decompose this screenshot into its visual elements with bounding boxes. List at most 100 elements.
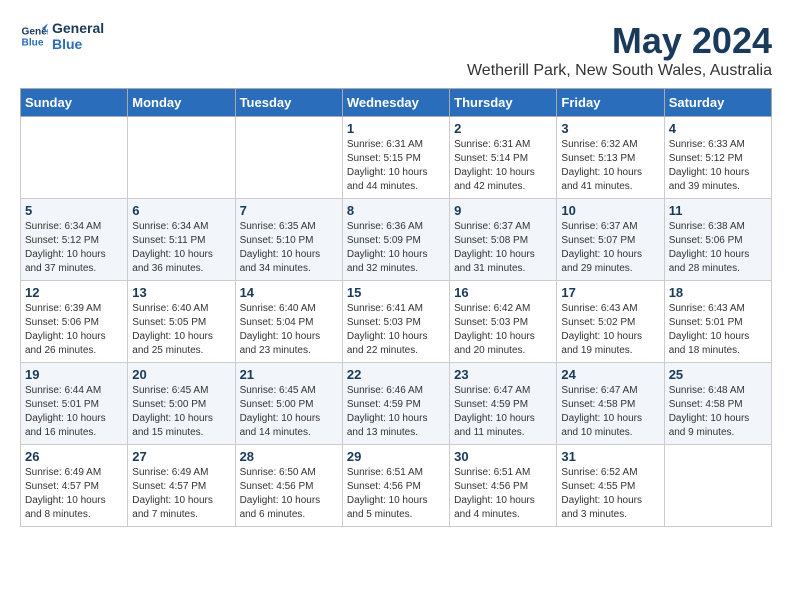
day-info: Sunrise: 6:51 AM Sunset: 4:56 PM Dayligh… bbox=[454, 466, 552, 522]
day-number: 9 bbox=[454, 203, 552, 218]
calendar-cell: 13 Sunrise: 6:40 AM Sunset: 5:05 PM Dayli… bbox=[128, 281, 235, 363]
calendar-cell: 7Sunrise: 6:35 AM Sunset: 5:10 PM Daylig… bbox=[235, 199, 342, 281]
day-number: 17 bbox=[561, 285, 659, 300]
calendar-cell bbox=[128, 117, 235, 199]
day-info: Sunrise: 6:40 AM Sunset: 5:04 PM Dayligh… bbox=[240, 302, 338, 358]
weekday-header-row: SundayMondayTuesdayWednesdayThursdayFrid… bbox=[21, 89, 772, 117]
weekday-header-wednesday: Wednesday bbox=[342, 89, 449, 117]
day-info: Sunrise: 6:37 AM Sunset: 5:07 PM Dayligh… bbox=[561, 220, 659, 276]
calendar-cell: 30 Sunrise: 6:51 AM Sunset: 4:56 PM Dayli… bbox=[450, 445, 557, 527]
day-info: Sunrise: 6:43 AM Sunset: 5:02 PM Dayligh… bbox=[561, 302, 659, 358]
weekday-header-monday: Monday bbox=[128, 89, 235, 117]
day-info: Sunrise: 6:46 AM Sunset: 4:59 PM Dayligh… bbox=[347, 384, 445, 440]
calendar-cell: 29 Sunrise: 6:51 AM Sunset: 4:56 PM Dayli… bbox=[342, 445, 449, 527]
day-number: 19 bbox=[25, 367, 123, 382]
calendar-cell: 20 Sunrise: 6:45 AM Sunset: 5:00 PM Dayli… bbox=[128, 363, 235, 445]
day-info: Sunrise: 6:32 AM Sunset: 5:13 PM Dayligh… bbox=[561, 138, 659, 194]
day-number: 10 bbox=[561, 203, 659, 218]
day-number: 27 bbox=[132, 449, 230, 464]
day-info: Sunrise: 6:47 AM Sunset: 4:59 PM Dayligh… bbox=[454, 384, 552, 440]
day-info: Sunrise: 6:34 AM Sunset: 5:11 PM Dayligh… bbox=[132, 220, 230, 276]
calendar-cell: 17 Sunrise: 6:43 AM Sunset: 5:02 PM Dayli… bbox=[557, 281, 664, 363]
day-number: 21 bbox=[240, 367, 338, 382]
calendar-cell bbox=[21, 117, 128, 199]
main-title: May 2024 bbox=[467, 20, 772, 62]
logo-line2: Blue bbox=[52, 36, 104, 52]
day-number: 4 bbox=[669, 121, 767, 136]
weekday-header-friday: Friday bbox=[557, 89, 664, 117]
calendar-week-5: 26 Sunrise: 6:49 AM Sunset: 4:57 PM Dayli… bbox=[21, 445, 772, 527]
calendar-cell: 12Sunrise: 6:39 AM Sunset: 5:06 PM Dayli… bbox=[21, 281, 128, 363]
day-number: 2 bbox=[454, 121, 552, 136]
calendar-cell: 18 Sunrise: 6:43 AM Sunset: 5:01 PM Dayli… bbox=[664, 281, 771, 363]
calendar-cell: 6 Sunrise: 6:34 AM Sunset: 5:11 PM Daylig… bbox=[128, 199, 235, 281]
day-number: 30 bbox=[454, 449, 552, 464]
day-number: 5 bbox=[25, 203, 123, 218]
day-info: Sunrise: 6:42 AM Sunset: 5:03 PM Dayligh… bbox=[454, 302, 552, 358]
day-number: 3 bbox=[561, 121, 659, 136]
day-number: 16 bbox=[454, 285, 552, 300]
day-info: Sunrise: 6:49 AM Sunset: 4:57 PM Dayligh… bbox=[25, 466, 123, 522]
day-info: Sunrise: 6:45 AM Sunset: 5:00 PM Dayligh… bbox=[132, 384, 230, 440]
day-info: Sunrise: 6:40 AM Sunset: 5:05 PM Dayligh… bbox=[132, 302, 230, 358]
calendar-cell: 14 Sunrise: 6:40 AM Sunset: 5:04 PM Dayli… bbox=[235, 281, 342, 363]
calendar-cell: 1 Sunrise: 6:31 AM Sunset: 5:15 PM Daylig… bbox=[342, 117, 449, 199]
day-number: 14 bbox=[240, 285, 338, 300]
day-info: Sunrise: 6:39 AM Sunset: 5:06 PM Dayligh… bbox=[25, 302, 123, 358]
day-info: Sunrise: 6:47 AM Sunset: 4:58 PM Dayligh… bbox=[561, 384, 659, 440]
day-info: Sunrise: 6:31 AM Sunset: 5:15 PM Dayligh… bbox=[347, 138, 445, 194]
calendar-week-3: 12Sunrise: 6:39 AM Sunset: 5:06 PM Dayli… bbox=[21, 281, 772, 363]
calendar-cell: 28 Sunrise: 6:50 AM Sunset: 4:56 PM Dayli… bbox=[235, 445, 342, 527]
day-info: Sunrise: 6:31 AM Sunset: 5:14 PM Dayligh… bbox=[454, 138, 552, 194]
day-number: 22 bbox=[347, 367, 445, 382]
day-number: 28 bbox=[240, 449, 338, 464]
calendar-cell: 25Sunrise: 6:48 AM Sunset: 4:58 PM Dayli… bbox=[664, 363, 771, 445]
day-number: 23 bbox=[454, 367, 552, 382]
calendar-cell bbox=[664, 445, 771, 527]
calendar-cell: 22 Sunrise: 6:46 AM Sunset: 4:59 PM Dayli… bbox=[342, 363, 449, 445]
day-number: 11 bbox=[669, 203, 767, 218]
day-info: Sunrise: 6:37 AM Sunset: 5:08 PM Dayligh… bbox=[454, 220, 552, 276]
day-number: 18 bbox=[669, 285, 767, 300]
day-number: 15 bbox=[347, 285, 445, 300]
day-number: 7 bbox=[240, 203, 338, 218]
calendar-cell: 2 Sunrise: 6:31 AM Sunset: 5:14 PM Daylig… bbox=[450, 117, 557, 199]
day-info: Sunrise: 6:36 AM Sunset: 5:09 PM Dayligh… bbox=[347, 220, 445, 276]
day-number: 1 bbox=[347, 121, 445, 136]
logo: General Blue General Blue bbox=[20, 20, 104, 52]
day-info: Sunrise: 6:44 AM Sunset: 5:01 PM Dayligh… bbox=[25, 384, 123, 440]
calendar-cell: 16 Sunrise: 6:42 AM Sunset: 5:03 PM Dayli… bbox=[450, 281, 557, 363]
calendar-cell: 11 Sunrise: 6:38 AM Sunset: 5:06 PM Dayli… bbox=[664, 199, 771, 281]
day-info: Sunrise: 6:38 AM Sunset: 5:06 PM Dayligh… bbox=[669, 220, 767, 276]
calendar-cell: 23 Sunrise: 6:47 AM Sunset: 4:59 PM Dayli… bbox=[450, 363, 557, 445]
calendar-cell: 24Sunrise: 6:47 AM Sunset: 4:58 PM Dayli… bbox=[557, 363, 664, 445]
day-number: 26 bbox=[25, 449, 123, 464]
day-info: Sunrise: 6:51 AM Sunset: 4:56 PM Dayligh… bbox=[347, 466, 445, 522]
day-number: 13 bbox=[132, 285, 230, 300]
day-number: 6 bbox=[132, 203, 230, 218]
calendar-cell: 31Sunrise: 6:52 AM Sunset: 4:55 PM Dayli… bbox=[557, 445, 664, 527]
calendar-cell: 4Sunrise: 6:33 AM Sunset: 5:12 PM Daylig… bbox=[664, 117, 771, 199]
calendar-cell: 27Sunrise: 6:49 AM Sunset: 4:57 PM Dayli… bbox=[128, 445, 235, 527]
calendar-cell: 15Sunrise: 6:41 AM Sunset: 5:03 PM Dayli… bbox=[342, 281, 449, 363]
title-block: May 2024 Wetherill Park, New South Wales… bbox=[467, 20, 772, 80]
day-number: 20 bbox=[132, 367, 230, 382]
day-number: 8 bbox=[347, 203, 445, 218]
calendar-cell: 21Sunrise: 6:45 AM Sunset: 5:00 PM Dayli… bbox=[235, 363, 342, 445]
logo-line1: General bbox=[52, 20, 104, 36]
calendar-cell: 10 Sunrise: 6:37 AM Sunset: 5:07 PM Dayli… bbox=[557, 199, 664, 281]
calendar-cell: 5Sunrise: 6:34 AM Sunset: 5:12 PM Daylig… bbox=[21, 199, 128, 281]
calendar-cell: 26 Sunrise: 6:49 AM Sunset: 4:57 PM Dayli… bbox=[21, 445, 128, 527]
calendar-cell bbox=[235, 117, 342, 199]
weekday-header-saturday: Saturday bbox=[664, 89, 771, 117]
svg-text:Blue: Blue bbox=[22, 37, 44, 48]
weekday-header-thursday: Thursday bbox=[450, 89, 557, 117]
weekday-header-sunday: Sunday bbox=[21, 89, 128, 117]
day-info: Sunrise: 6:48 AM Sunset: 4:58 PM Dayligh… bbox=[669, 384, 767, 440]
day-number: 29 bbox=[347, 449, 445, 464]
calendar-cell: 3 Sunrise: 6:32 AM Sunset: 5:13 PM Daylig… bbox=[557, 117, 664, 199]
day-info: Sunrise: 6:43 AM Sunset: 5:01 PM Dayligh… bbox=[669, 302, 767, 358]
logo-icon: General Blue bbox=[20, 22, 48, 50]
day-info: Sunrise: 6:50 AM Sunset: 4:56 PM Dayligh… bbox=[240, 466, 338, 522]
weekday-header-tuesday: Tuesday bbox=[235, 89, 342, 117]
